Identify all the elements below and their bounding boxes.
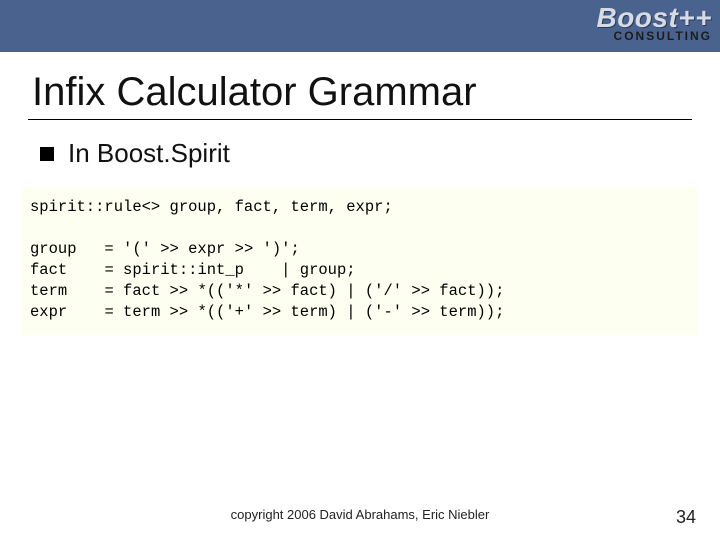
code-rule-rhs: = '(' >> expr >> ')'; — [104, 240, 299, 258]
top-bar: Boost++ CONSULTING — [0, 0, 720, 52]
code-block: spirit::rule<> group, fact, term, expr; … — [22, 187, 698, 335]
logo-sub: CONSULTING — [596, 30, 712, 42]
code-rule-name: group — [30, 240, 77, 258]
subtitle-row: In Boost.Spirit — [40, 138, 720, 169]
code-rule-name: term — [30, 282, 67, 300]
title-rule — [28, 119, 692, 120]
bullet-icon — [40, 147, 54, 161]
subtitle-text: In Boost.Spirit — [68, 138, 230, 169]
code-rule-name: fact — [30, 261, 67, 279]
code-rule-name: expr — [30, 303, 67, 321]
code-rule-rhs: = spirit::int_p | group; — [104, 261, 355, 279]
code-rule-rhs: = fact >> *(('*' >> fact) | ('/' >> fact… — [104, 282, 504, 300]
logo: Boost++ CONSULTING — [596, 4, 712, 42]
copyright-text: copyright 2006 David Abrahams, Eric Nieb… — [231, 507, 490, 522]
page-number: 34 — [676, 507, 696, 528]
page-title: Infix Calculator Grammar — [32, 70, 720, 115]
code-rule-rhs: = term >> *(('+' >> term) | ('-' >> term… — [104, 303, 504, 321]
code-decl: spirit::rule<> group, fact, term, expr; — [30, 198, 393, 216]
footer: copyright 2006 David Abrahams, Eric Nieb… — [0, 506, 720, 524]
